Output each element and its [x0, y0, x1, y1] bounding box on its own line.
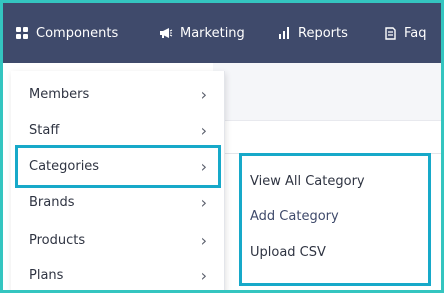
- menu-item-label: Plans: [29, 267, 64, 283]
- components-dropdown-menu: Members › Staff › Categories › Brands › …: [11, 71, 225, 290]
- submenu-item-add-category[interactable]: Add Category: [250, 209, 339, 224]
- chevron-right-icon: ›: [200, 265, 207, 285]
- nav-item-faq[interactable]: Faq: [383, 3, 427, 63]
- grid-icon: [15, 26, 29, 40]
- menu-item-label: Brands: [29, 194, 75, 210]
- screenshot-frame: Components Marketing Reports Faq Members…: [0, 0, 444, 293]
- menu-item-brands[interactable]: Brands ›: [11, 184, 225, 220]
- menu-item-label: Members: [29, 86, 90, 102]
- nav-item-label: Reports: [298, 25, 348, 41]
- nav-item-reports[interactable]: Reports: [277, 3, 348, 63]
- menu-item-staff[interactable]: Staff ›: [11, 112, 225, 148]
- nav-item-components[interactable]: Components: [15, 3, 118, 63]
- nav-item-marketing[interactable]: Marketing: [159, 3, 245, 63]
- nav-item-label: Faq: [404, 25, 427, 41]
- chevron-right-icon: ›: [200, 84, 207, 104]
- chevron-right-icon: ›: [200, 192, 207, 212]
- menu-item-products[interactable]: Products ›: [11, 222, 225, 258]
- submenu-item-view-all-category[interactable]: View All Category: [250, 174, 365, 189]
- menu-item-plans[interactable]: Plans ›: [11, 257, 225, 290]
- nav-item-label: Components: [36, 25, 119, 41]
- menu-item-label: Categories: [29, 158, 100, 174]
- megaphone-icon: [159, 26, 173, 40]
- book-icon: [383, 26, 397, 40]
- nav-item-label: Marketing: [180, 25, 245, 41]
- chevron-right-icon: ›: [200, 230, 207, 250]
- bar-chart-icon: [277, 26, 291, 40]
- menu-item-label: Staff: [29, 122, 60, 138]
- chevron-right-icon: ›: [200, 156, 207, 176]
- menu-item-categories[interactable]: Categories ›: [11, 148, 225, 184]
- menu-item-label: Products: [29, 232, 86, 248]
- top-navigation-bar: Components Marketing Reports Faq: [3, 3, 441, 63]
- page-header-area: [213, 63, 441, 121]
- submenu-item-upload-csv[interactable]: Upload CSV: [250, 245, 326, 260]
- categories-submenu: View All Category Add Category Upload CS…: [239, 153, 431, 286]
- menu-item-members[interactable]: Members ›: [11, 76, 225, 112]
- chevron-right-icon: ›: [200, 120, 207, 140]
